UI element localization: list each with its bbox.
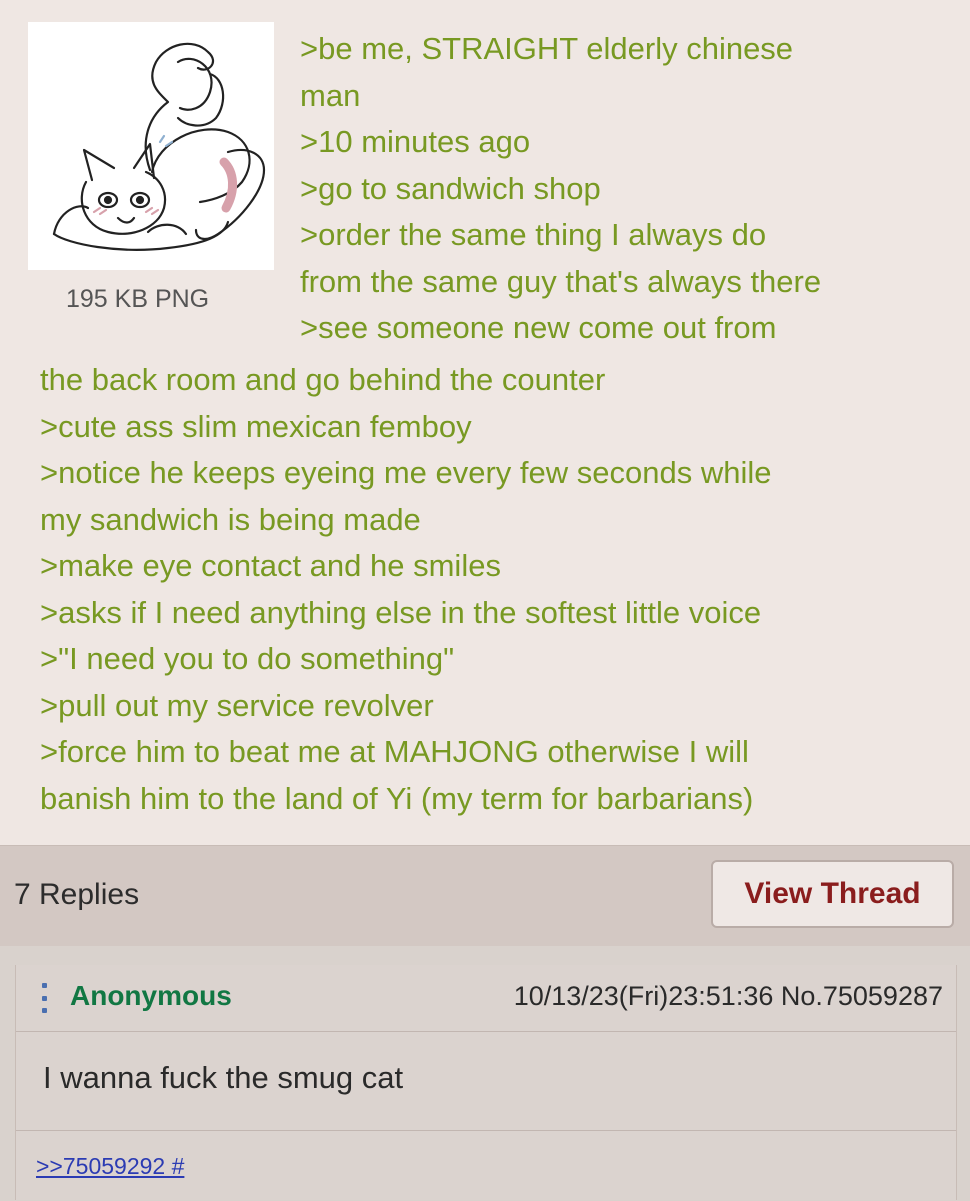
greentext-line: >asks if I need anything else in the sof…: [40, 594, 762, 630]
greentext-block-top: >be me, STRAIGHT elderly chinese man >10…: [300, 26, 960, 352]
op-post: 195 KB PNG >be me, STRAIGHT elderly chin…: [0, 0, 970, 845]
reply-footer: >>75059292 #: [16, 1130, 956, 1201]
backlink[interactable]: >>75059292 #: [36, 1153, 184, 1180]
greentext-line: >notice he keeps eyeing me every few sec…: [40, 455, 772, 490]
greentext-line: the back room and go behind the counter: [40, 362, 606, 397]
greentext-line: >pull out my service revolver: [40, 687, 434, 723]
greentext-line: >see someone new come out from: [300, 310, 777, 345]
greentext-line: >make eye contact and he smiles: [40, 548, 501, 583]
reply-count: 7 Replies: [14, 878, 140, 911]
poster-name: Anonymous: [70, 980, 232, 1011]
greentext-line: >force him to beat me at MAHJONG otherwi…: [40, 734, 749, 769]
post-datetime-number[interactable]: 10/13/23(Fri)23:51:36 No.75059287: [514, 981, 943, 1012]
reply-body: I wanna fuck the smug cat: [43, 1060, 404, 1095]
greentext-line: my sandwich is being made: [40, 501, 421, 537]
greentext-line: >be me, STRAIGHT elderly chinese: [300, 31, 794, 66]
greentext-block-full: the back room and go behind the counter …: [40, 357, 955, 822]
greentext-line: >cute ass slim mexican femboy: [40, 408, 472, 444]
reply-header: Anonymous 10/13/23(Fri)23:51:36 No.75059…: [16, 965, 956, 1032]
greentext-line: >go to sandwich shop: [300, 170, 601, 206]
post-menu-icon[interactable]: [40, 983, 48, 1013]
view-thread-button[interactable]: View Thread: [711, 860, 954, 928]
greentext-line: >10 minutes ago: [300, 124, 531, 159]
file-info: 195 KB PNG: [66, 285, 210, 313]
post-thumbnail[interactable]: [28, 22, 274, 270]
greentext-line: banish him to the land of Yi (my term fo…: [40, 780, 754, 816]
greentext-line: from the same guy that's always there: [300, 263, 822, 299]
greentext-line: man: [300, 77, 361, 113]
reply-post: Anonymous 10/13/23(Fri)23:51:36 No.75059…: [15, 965, 957, 1200]
greentext-line: >"I need you to do something": [40, 641, 455, 676]
greentext-line: >order the same thing I always do: [300, 217, 767, 252]
smug-cat-drawing-icon: [52, 42, 266, 251]
